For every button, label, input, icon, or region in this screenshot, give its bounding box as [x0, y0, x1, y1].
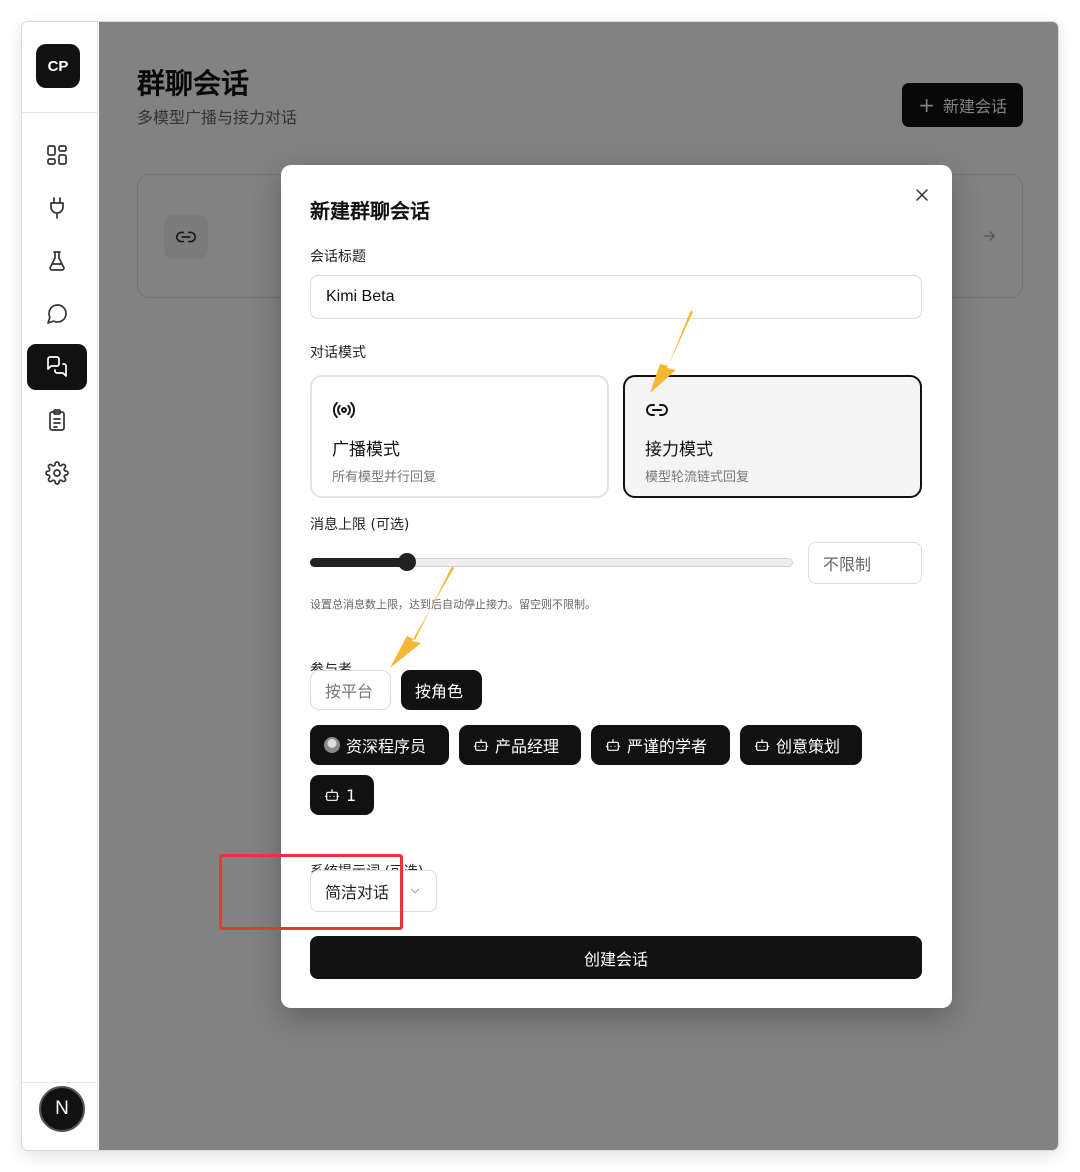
- sidebar: CP N: [22, 22, 98, 1150]
- dialog-title: 新建群聊会话: [310, 199, 430, 223]
- broadcast-icon: [332, 397, 358, 423]
- mode-option-description: 模型轮流链式回复: [645, 470, 750, 485]
- role-chip-1[interactable]: 1: [310, 775, 374, 815]
- mode-option-name: 广播模式: [332, 440, 400, 460]
- main-content: 群聊会话 多模型广播与接力对话 + 新建会话 时前 消息 新建群聊会话 会话标题…: [99, 22, 1058, 1150]
- chevron-down-icon: [411, 888, 419, 894]
- sidebar-item-chat[interactable]: [27, 291, 87, 337]
- message-limit-slider[interactable]: [310, 553, 793, 571]
- sidebar-item-dashboard[interactable]: [27, 132, 87, 178]
- session-title-label: 会话标题: [310, 249, 366, 265]
- bot-icon: [324, 789, 340, 801]
- gear-icon: [45, 461, 69, 485]
- role-chip-senior-programmer[interactable]: 资深程序员: [310, 725, 449, 765]
- role-chip-label: 资深程序员: [346, 737, 427, 756]
- sidebar-item-clipboard[interactable]: [27, 397, 87, 443]
- link-icon: [645, 397, 671, 423]
- mode-option-name: 接力模式: [645, 440, 713, 460]
- message-limit-label: 消息上限 (可选): [310, 517, 410, 533]
- mode-option-description: 所有模型并行回复: [332, 470, 437, 485]
- role-chip-label: 1: [346, 785, 357, 805]
- message-limit-hint: 设置总消息数上限，达到后自动停止接力。留空则不限制。: [310, 598, 596, 611]
- slider-thumb[interactable]: [397, 553, 416, 571]
- bot-icon: [605, 739, 621, 751]
- plug-icon: [50, 197, 64, 219]
- sidebar-item-plugins[interactable]: [27, 185, 87, 231]
- sidebar-item-group-chat[interactable]: [27, 344, 87, 390]
- app-window: CP N 群聊会话 多模型广播与接力对话 + 新建会话 新建群聊会话 会话标题 …: [22, 22, 1058, 1150]
- app-logo[interactable]: CP: [36, 44, 80, 88]
- clipboard-list-icon: [49, 409, 65, 431]
- role-chip-label: 产品经理: [495, 737, 560, 756]
- layout-grid-icon: [47, 145, 67, 165]
- sidebar-footer-divider: [22, 1082, 98, 1083]
- mode-option-relay[interactable]: 接力模式 模型轮流链式回复: [623, 375, 922, 498]
- messages-square-icon: [47, 356, 67, 377]
- filter-tab-label: 按角色: [415, 682, 464, 701]
- bot-icon: [754, 739, 770, 751]
- flask-icon: [49, 251, 65, 271]
- sidebar-item-settings[interactable]: [27, 450, 87, 496]
- filter-tab-by-role[interactable]: 按角色: [401, 670, 482, 710]
- role-chip-creative-planner[interactable]: 创意策划: [740, 725, 862, 765]
- create-session-button[interactable]: 创建会话: [310, 936, 922, 979]
- slider-fill: [310, 558, 407, 567]
- message-circle-icon: [47, 304, 67, 324]
- filter-tab-label: 按平台: [325, 682, 374, 701]
- avatar-icon: [324, 737, 340, 753]
- mode-label: 对话模式: [310, 345, 366, 361]
- sidebar-divider: [22, 112, 98, 113]
- bot-icon: [473, 739, 489, 751]
- role-chip-rigorous-scholar[interactable]: 严谨的学者: [591, 725, 730, 765]
- mode-option-broadcast[interactable]: 广播模式 所有模型并行回复: [310, 375, 609, 498]
- message-limit-input[interactable]: 不限制: [808, 542, 922, 584]
- filter-tab-by-platform[interactable]: 按平台: [310, 670, 391, 710]
- role-chip-product-manager[interactable]: 产品经理: [459, 725, 581, 765]
- session-title-input[interactable]: Kimi Beta: [310, 275, 922, 319]
- close-icon[interactable]: [912, 185, 932, 205]
- annotation-highlight-box: [219, 854, 403, 930]
- sidebar-item-lab[interactable]: [27, 238, 87, 284]
- role-chip-label: 创意策划: [776, 737, 841, 756]
- role-chip-label: 严谨的学者: [627, 737, 708, 756]
- user-avatar[interactable]: N: [39, 1086, 85, 1132]
